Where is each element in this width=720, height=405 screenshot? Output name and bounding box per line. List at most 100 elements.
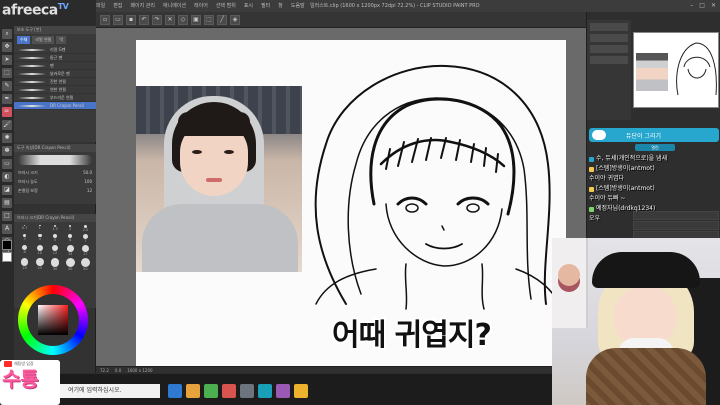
brush-item[interactable]: 진한 연필 <box>14 78 96 86</box>
brush-item[interactable]: 연한 연필 <box>14 86 96 94</box>
brush-item[interactable]: 펜 <box>14 62 96 70</box>
menu-animation[interactable]: 애니메이션 <box>163 0 186 12</box>
brush-size-option[interactable]: 2 <box>64 225 77 232</box>
main-color-swatch[interactable] <box>2 240 12 250</box>
menu-filter[interactable]: 필터 <box>261 0 270 12</box>
brush-size-option[interactable]: 10 <box>33 244 46 256</box>
layer-property-item[interactable] <box>590 56 628 64</box>
zoom-value[interactable]: 72.2 <box>100 368 109 373</box>
undo-icon[interactable]: ↶ <box>139 14 149 25</box>
open-file-icon[interactable]: ▭ <box>113 14 123 25</box>
maximize-icon[interactable]: □ <box>699 0 705 12</box>
menu-help[interactable]: 도움말 <box>291 0 305 12</box>
snap-icon[interactable]: ◈ <box>230 14 240 25</box>
navigator-zoom-slider[interactable] <box>590 23 628 31</box>
fill-icon[interactable]: ▣ <box>191 14 201 25</box>
brush-size-option[interactable]: 30 <box>48 258 61 271</box>
pen-tool-icon[interactable]: ✒ <box>2 94 12 104</box>
tab-ink[interactable]: 먹 <box>56 36 67 44</box>
brush-size-option[interactable]: 6 <box>64 233 77 243</box>
fill-tool-icon[interactable]: ◪ <box>2 185 12 195</box>
ruler-icon[interactable]: ╱ <box>217 14 227 25</box>
angle-value[interactable]: 0.0 <box>115 368 121 373</box>
brush-size-option[interactable]: 2.5 <box>79 225 92 232</box>
transform-icon[interactable]: ◇ <box>178 14 188 25</box>
redo-icon[interactable]: ↷ <box>152 14 162 25</box>
sub-color-swatch[interactable] <box>2 252 12 262</box>
brush-size-option[interactable]: 3 <box>18 233 31 243</box>
property-label: 손떨림 보정 <box>18 187 38 193</box>
minimize-icon[interactable]: – <box>690 0 693 12</box>
brush-tool-icon[interactable]: 🖌 <box>2 120 12 130</box>
property-row[interactable]: 손떨림 보정 12 <box>14 186 96 195</box>
property-row[interactable]: 브러시 농도 100 <box>14 177 96 186</box>
brush-item[interactable]: DR Crayon Pencil <box>14 102 96 110</box>
menu-view[interactable]: 표시 <box>244 0 253 12</box>
tab-real-pencil[interactable]: 리얼 연필 <box>32 36 55 44</box>
taskbar-app-icon[interactable] <box>168 384 182 398</box>
airbrush-tool-icon[interactable]: ✺ <box>2 133 12 143</box>
clear-icon[interactable]: ✕ <box>165 14 175 25</box>
menu-page[interactable]: 페이지 관리 <box>130 0 155 12</box>
brush-size-option[interactable]: 7 <box>79 233 92 243</box>
text-tool-icon[interactable]: A <box>2 224 12 234</box>
chat-sub-badge[interactable]: 열린 <box>635 144 675 151</box>
brush-item[interactable]: 리얼 G펜 <box>14 46 96 54</box>
menu-window[interactable]: 창 <box>278 0 283 12</box>
decoration-tool-icon[interactable]: ✽ <box>2 146 12 156</box>
brush-size-option[interactable]: 40 <box>64 258 77 271</box>
color-saturation-square[interactable] <box>38 305 68 335</box>
menu-file[interactable]: 파일 <box>96 0 105 12</box>
color-wheel[interactable] <box>18 285 88 355</box>
taskbar-app-icon[interactable] <box>204 384 218 398</box>
brush-size-option[interactable]: 4 <box>33 233 46 243</box>
figure-tool-icon[interactable]: □ <box>2 211 12 221</box>
blend-tool-icon[interactable]: ◐ <box>2 172 12 182</box>
taskbar-app-icon[interactable] <box>276 384 290 398</box>
brush-size-option[interactable]: 15 <box>64 244 77 256</box>
close-icon[interactable]: ✕ <box>711 0 716 12</box>
brush-item[interactable]: 부드러운 연필 <box>14 94 96 102</box>
property-value[interactable]: 100 <box>84 179 92 184</box>
property-row[interactable]: 브러시 크기 50.0 <box>14 168 96 177</box>
brush-size-option[interactable]: 17 <box>79 244 92 256</box>
brush-size-option[interactable]: 12 <box>48 244 61 256</box>
brush-size-option[interactable]: 1 <box>33 225 46 232</box>
taskbar-app-icon[interactable] <box>186 384 200 398</box>
tab-watercolor[interactable]: 수채 <box>17 36 31 44</box>
menu-layer[interactable]: 레이어 <box>194 0 208 12</box>
navigator-rotate-slider[interactable] <box>590 34 628 42</box>
layer-property-item[interactable] <box>590 45 628 53</box>
pencil-tool-icon[interactable]: ✏ <box>2 107 12 117</box>
selection-icon[interactable]: ⬚ <box>204 14 214 25</box>
taskbar-app-icon[interactable] <box>258 384 272 398</box>
taskbar-app-icon[interactable] <box>222 384 236 398</box>
brush-item[interactable]: 날카로운 펜 <box>14 70 96 78</box>
zoom-tool-icon[interactable]: ⌕ <box>2 29 12 39</box>
brush-size-option[interactable]: 20 <box>18 258 31 271</box>
taskbar-app-icon[interactable] <box>240 384 254 398</box>
brush-size-option[interactable]: 1.5 <box>48 225 61 232</box>
move-tool-icon[interactable]: ✥ <box>2 42 12 52</box>
selection-tool-icon[interactable]: ⬚ <box>2 68 12 78</box>
taskbar-app-icon[interactable] <box>294 384 308 398</box>
property-value[interactable]: 50.0 <box>83 170 92 175</box>
brush-size-option[interactable]: 5 <box>48 233 61 243</box>
brush-size-option[interactable]: 25 <box>33 258 46 271</box>
menu-edit[interactable]: 편집 <box>113 0 122 12</box>
brush-size-option[interactable]: 0.7 <box>18 225 31 232</box>
gradient-tool-icon[interactable]: ▤ <box>2 198 12 208</box>
brush-size-option[interactable]: 50 <box>79 258 92 271</box>
new-file-icon[interactable]: ▫ <box>100 14 110 25</box>
eyedropper-tool-icon[interactable]: ✎ <box>2 81 12 91</box>
property-value[interactable]: 12 <box>87 188 92 193</box>
eraser-tool-icon[interactable]: ▭ <box>2 159 12 169</box>
taskbar-search-input[interactable]: 여기에 입력하십시오. <box>60 384 160 398</box>
save-icon[interactable]: ▪ <box>126 14 136 25</box>
brush-item[interactable]: 둥근 펜 <box>14 54 96 62</box>
navigator-thumbnail[interactable] <box>633 32 719 108</box>
menu-selection[interactable]: 선택 범위 <box>216 0 236 12</box>
operation-tool-icon[interactable]: ➤ <box>2 55 12 65</box>
brush-size-label: 2 <box>69 227 72 232</box>
brush-size-option[interactable]: 8 <box>18 244 31 256</box>
